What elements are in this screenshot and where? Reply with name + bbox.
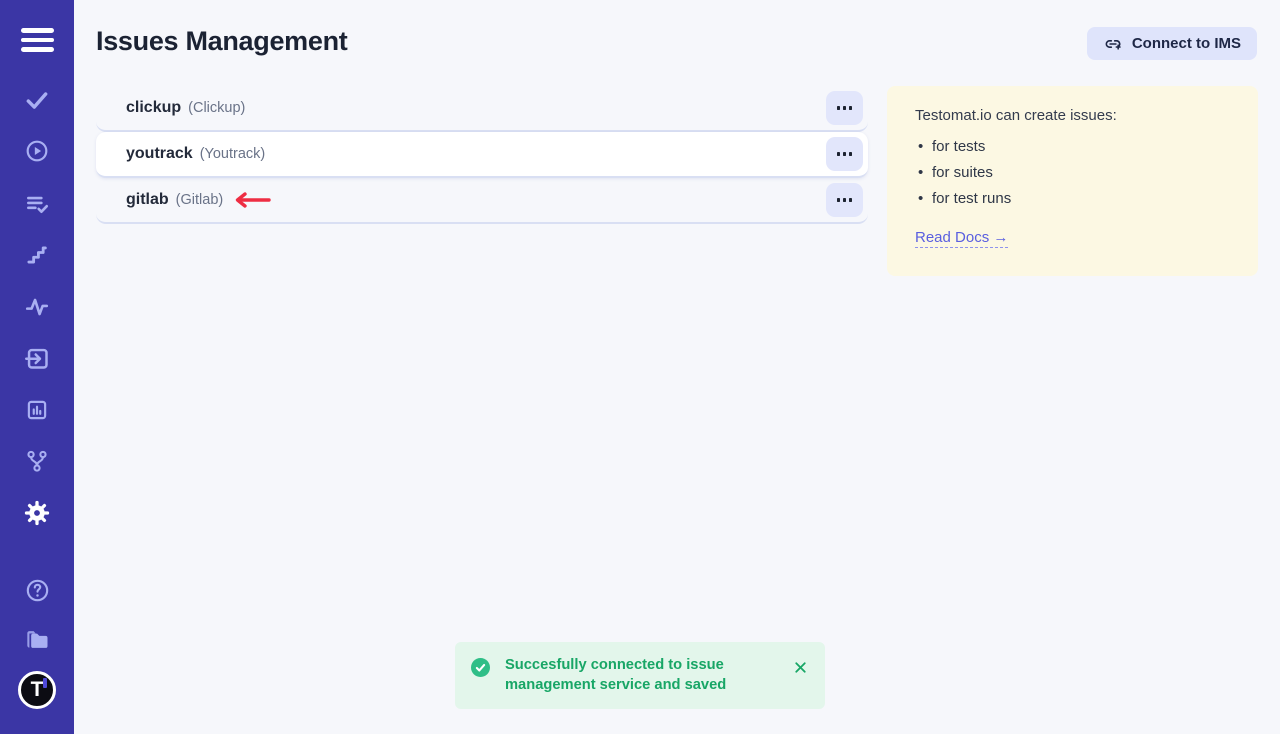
logo-badge: T — [18, 671, 56, 709]
read-docs-link[interactable]: Read Docs → — [915, 229, 1008, 248]
info-bullet: for suites — [915, 165, 1230, 180]
ims-type: (Gitlab) — [176, 192, 224, 208]
logo-letter: T — [31, 679, 44, 700]
info-panel: Testomat.io can create issues: for tests… — [887, 86, 1258, 276]
projects-folder-icon — [23, 626, 51, 654]
sidebar-item-reports[interactable] — [0, 390, 74, 430]
branches-icon — [24, 448, 50, 474]
issues-management-page: T Issues Management Connect to IMS click… — [0, 0, 1280, 734]
success-toast: Succesfully connected to issue managemen… — [455, 642, 825, 709]
sidebar-item-import[interactable] — [0, 338, 74, 378]
link-icon — [1103, 34, 1123, 54]
runs-play-icon — [24, 138, 50, 164]
annotation-arrow-icon — [233, 192, 271, 208]
toast-message: Succesfully connected to issue managemen… — [505, 655, 787, 695]
sidebar: T — [0, 0, 74, 734]
ims-name: gitlab — [126, 191, 169, 209]
info-bullet: for tests — [915, 139, 1230, 154]
import-icon — [24, 345, 51, 372]
sidebar-item-help[interactable] — [0, 570, 74, 610]
ims-row-clickup[interactable]: clickup (Clickup) — [96, 86, 868, 132]
help-icon — [24, 577, 51, 604]
info-panel-title: Testomat.io can create issues: — [915, 107, 1230, 124]
sidebar-item-projects[interactable] — [0, 620, 74, 660]
page-title: Issues Management — [96, 26, 348, 57]
ims-row-gitlab[interactable]: gitlab (Gitlab) — [96, 178, 868, 224]
ims-type: (Youtrack) — [200, 146, 266, 162]
sidebar-item-test-plans[interactable] — [0, 184, 74, 224]
sidebar-item-branches[interactable] — [0, 441, 74, 481]
sidebar-item-analytics[interactable] — [0, 287, 74, 327]
analytics-pulse-icon — [24, 294, 50, 320]
sidebar-item-steps[interactable] — [0, 235, 74, 275]
connect-button-label: Connect to IMS — [1132, 35, 1241, 52]
sidebar-item-settings[interactable] — [0, 493, 74, 533]
reports-chart-icon — [24, 397, 50, 423]
hamburger-bars — [21, 28, 54, 52]
test-plans-icon — [24, 191, 50, 217]
info-bullet: for test runs — [915, 191, 1230, 206]
success-check-icon — [471, 658, 490, 677]
ims-name: clickup — [126, 99, 181, 117]
ims-name: youtrack — [126, 145, 193, 163]
connect-to-ims-button[interactable]: Connect to IMS — [1087, 27, 1257, 60]
logo-tick — [43, 678, 47, 688]
ims-list: clickup (Clickup) youtrack (Youtrack) gi… — [96, 86, 868, 224]
sidebar-item-runs[interactable] — [0, 131, 74, 171]
steps-icon — [24, 242, 50, 268]
row-menu-button[interactable] — [826, 137, 863, 171]
toast-close-button[interactable] — [792, 659, 809, 676]
ims-type: (Clickup) — [188, 100, 245, 116]
row-menu-button[interactable] — [826, 183, 863, 217]
ims-row-youtrack[interactable]: youtrack (Youtrack) — [96, 132, 868, 178]
hamburger-menu-icon[interactable] — [0, 20, 74, 60]
settings-gear-icon — [23, 499, 51, 527]
info-bullet-list: for tests for suites for test runs — [915, 139, 1230, 206]
row-menu-button[interactable] — [826, 91, 863, 125]
close-icon — [792, 659, 809, 676]
tests-check-icon — [24, 87, 50, 113]
sidebar-item-tests[interactable] — [0, 80, 74, 120]
testomat-logo[interactable]: T — [0, 670, 74, 710]
